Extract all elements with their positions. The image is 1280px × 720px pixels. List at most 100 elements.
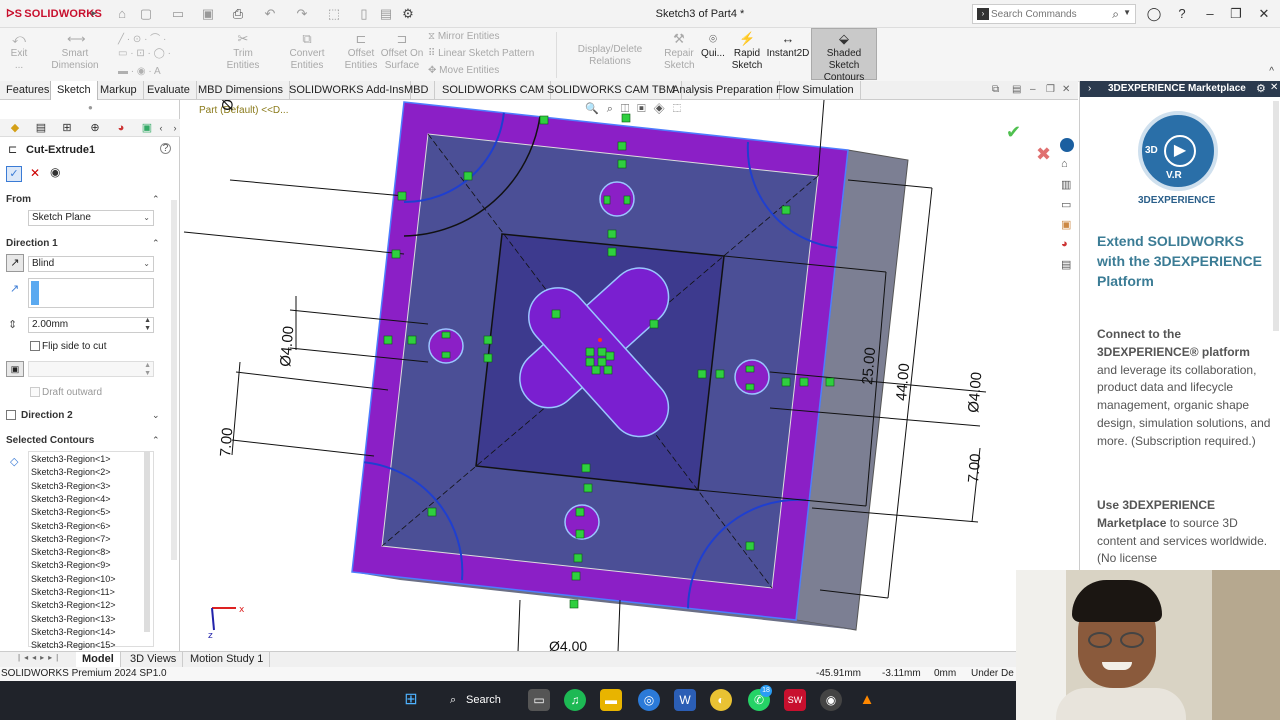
restore-icon[interactable]: ❐ xyxy=(1226,5,1246,23)
collapse-ribbon-icon[interactable]: ^ xyxy=(1269,66,1274,77)
contour-list-item[interactable]: Sketch3-Region<8> xyxy=(31,546,111,559)
contour-list-item[interactable]: Sketch3-Region<3> xyxy=(31,480,111,493)
tab-markup[interactable]: Markup xyxy=(94,81,144,100)
minimize-icon[interactable]: – xyxy=(1200,5,1220,23)
pin-icon[interactable]: › xyxy=(1088,83,1091,94)
heads-up-toolbar[interactable]: 🔍⌕◫▣◈⬚ xyxy=(585,102,745,116)
scroll-left-icon[interactable]: ‹ xyxy=(154,121,168,135)
confirm-check-icon[interactable]: ✔ xyxy=(1006,122,1021,143)
slot-tool-icon[interactable]: ▬ · ◉ · A xyxy=(118,66,161,77)
new-icon[interactable]: ▢ xyxy=(138,6,154,22)
cam-manager-icon[interactable]: ▣ xyxy=(140,121,154,135)
tab-add-ins[interactable]: SOLIDWORKS Add-Ins xyxy=(283,81,411,100)
vlc-icon[interactable]: ▲ xyxy=(856,689,878,711)
task-view-icon[interactable]: ▭ xyxy=(528,689,550,711)
selected-contours-header[interactable]: Selected Contours xyxy=(6,435,94,446)
view-palette-icon[interactable]: ▣ xyxy=(1061,218,1071,231)
doc-close-icon[interactable]: ✕ xyxy=(1062,84,1070,95)
offset-on-surface-button[interactable]: ⊐ Offset On Surface xyxy=(380,32,424,72)
tab-analysis-preparation[interactable]: Analysis Preparation xyxy=(666,81,780,100)
custom-properties-icon[interactable]: ▤ xyxy=(1061,258,1071,271)
resources-home-icon[interactable]: ⌂ xyxy=(1061,158,1068,170)
direction1-section-header[interactable]: Direction 1 xyxy=(6,238,58,249)
command-search[interactable]: › ⌕ ▼ xyxy=(972,4,1136,24)
3dexperience-icon[interactable] xyxy=(1060,138,1074,152)
graphics-area[interactable]: ✔ ✖ x z Part (Default) <<D... 🔍⌕◫▣◈⬚ Ø20… xyxy=(181,100,1079,652)
search-icon[interactable]: ⌕ xyxy=(1112,7,1119,22)
confirm-cancel-icon[interactable]: ✖ xyxy=(1036,144,1051,165)
word-icon[interactable]: W xyxy=(674,689,696,711)
tab-scroll-icon[interactable]: |◂◂▸▸| xyxy=(18,653,62,662)
close-icon[interactable]: ✕ xyxy=(1254,5,1274,23)
file-explorer-icon[interactable]: ▭ xyxy=(1061,198,1071,211)
task-pane-scrollbar[interactable] xyxy=(1273,101,1279,331)
reverse-direction-icon[interactable]: ↗ xyxy=(6,254,24,272)
display-manager-icon[interactable]: ◕ xyxy=(114,121,128,135)
contour-list-item[interactable]: Sketch3-Region<4> xyxy=(31,493,111,506)
offset-entities-button[interactable]: ⊏ Offset Entities xyxy=(344,32,378,72)
panel-scrollbar[interactable] xyxy=(171,200,177,560)
spinner-icon[interactable]: ▲ ▼ xyxy=(144,317,151,333)
obs-icon[interactable]: ◉ xyxy=(820,689,842,711)
direction-selection-box[interactable] xyxy=(28,278,154,308)
dimxpert-icon[interactable]: ⊕ xyxy=(88,121,102,135)
convert-entities-button[interactable]: ⧉ Convert Entities xyxy=(274,32,340,72)
app-icon[interactable]: ◐ xyxy=(710,689,732,711)
pane-close-icon[interactable]: ✕ xyxy=(1270,82,1278,93)
from-combo[interactable]: Sketch Plane ⌄ xyxy=(28,210,154,226)
search-input[interactable] xyxy=(991,6,1111,22)
redo-icon[interactable]: ↷ xyxy=(294,6,310,22)
dimension-d4-left[interactable]: Ø4.00 xyxy=(277,325,297,367)
draft-icon[interactable]: ▣ xyxy=(6,361,24,377)
tab-model[interactable]: Model xyxy=(76,652,121,667)
dimension-d4-right[interactable]: Ø4.00 xyxy=(965,371,985,413)
direction2-checkbox[interactable] xyxy=(6,410,16,420)
contour-list-item[interactable]: Sketch3-Region<11> xyxy=(31,586,115,599)
preview-eye-icon[interactable]: ◉ xyxy=(50,165,60,179)
chevron-up-icon[interactable]: ⌃ xyxy=(152,238,160,249)
repair-sketch-button[interactable]: ⚒ Repair Sketch xyxy=(664,32,695,72)
linear-pattern-button[interactable]: ⠿ Linear Sketch Pattern xyxy=(428,48,534,60)
contour-list-item[interactable]: Sketch3-Region<2> xyxy=(31,466,111,479)
dimension-7-left[interactable]: 7.00 xyxy=(217,427,236,458)
property-manager-icon[interactable]: ▤ xyxy=(34,121,48,135)
open-icon[interactable]: ▭ xyxy=(170,6,186,22)
help-icon[interactable]: ? xyxy=(1172,5,1192,23)
cancel-button[interactable]: ✕ xyxy=(30,166,40,180)
contour-list-item[interactable]: Sketch3-Region<14> xyxy=(31,626,116,639)
rectangle-tool-icon[interactable]: ▭ · ⊡ · ◯ · xyxy=(118,48,171,59)
smart-dimension-button[interactable]: ⟷ Smart Dimension xyxy=(38,32,112,72)
tab-flow-simulation[interactable]: Flow Simulation xyxy=(770,81,861,100)
line-tool-icon[interactable]: ╱ · ⊙ · ⌒ · xyxy=(118,30,166,45)
feature-tree-icon[interactable]: ◆ xyxy=(8,121,22,135)
listbox-scrollbar[interactable] xyxy=(144,452,150,632)
chevron-up-icon[interactable]: ⌃ xyxy=(152,435,160,446)
appearances-icon[interactable]: ◕ xyxy=(1061,238,1068,250)
flip-side-checkbox[interactable] xyxy=(30,341,40,351)
doc-minimize-icon[interactable]: – xyxy=(1030,84,1036,95)
print-icon[interactable]: ⎙ xyxy=(230,6,246,22)
dimension-44[interactable]: 44.00 xyxy=(893,363,913,402)
menu-expand-icon[interactable]: ▸ xyxy=(86,6,102,22)
chevron-down-icon[interactable]: ⌄ xyxy=(152,410,160,421)
display-delete-relations-button[interactable]: Display/Delete Relations xyxy=(560,44,660,68)
model-view[interactable]: ✔ ✖ x z xyxy=(181,100,1079,652)
file-properties-icon[interactable]: ▤ xyxy=(378,6,394,22)
contour-list-item[interactable]: Sketch3-Region<9> xyxy=(31,559,111,572)
dimension-7-right[interactable]: 7.00 xyxy=(965,453,984,484)
save-icon[interactable]: ▣ xyxy=(200,6,216,22)
tab-motion-study[interactable]: Motion Study 1 xyxy=(184,652,271,667)
undo-icon[interactable]: ↶ xyxy=(262,6,278,22)
tab-cam-tbm[interactable]: SOLIDWORKS CAM TBM xyxy=(541,81,683,100)
rapid-sketch-button[interactable]: ⚡ Rapid Sketch xyxy=(730,32,764,72)
view-icon[interactable]: ⧉ xyxy=(992,84,999,95)
tab-evaluate[interactable]: Evaluate xyxy=(141,81,197,100)
tab-cam[interactable]: SOLIDWORKS CAM xyxy=(436,81,552,100)
breadcrumb[interactable]: Part (Default) <<D... xyxy=(199,105,288,116)
move-entities-button[interactable]: ✥ Move Entities xyxy=(428,65,499,77)
trim-entities-button[interactable]: ✂ Trim Entities xyxy=(216,32,270,72)
tile-icon[interactable]: ▤ xyxy=(1012,84,1021,95)
exit-sketch-button[interactable]: ⤺ Exit ... xyxy=(6,32,32,72)
from-section-header[interactable]: From xyxy=(6,194,31,205)
contour-list-item[interactable]: Sketch3-Region<7> xyxy=(31,533,111,546)
